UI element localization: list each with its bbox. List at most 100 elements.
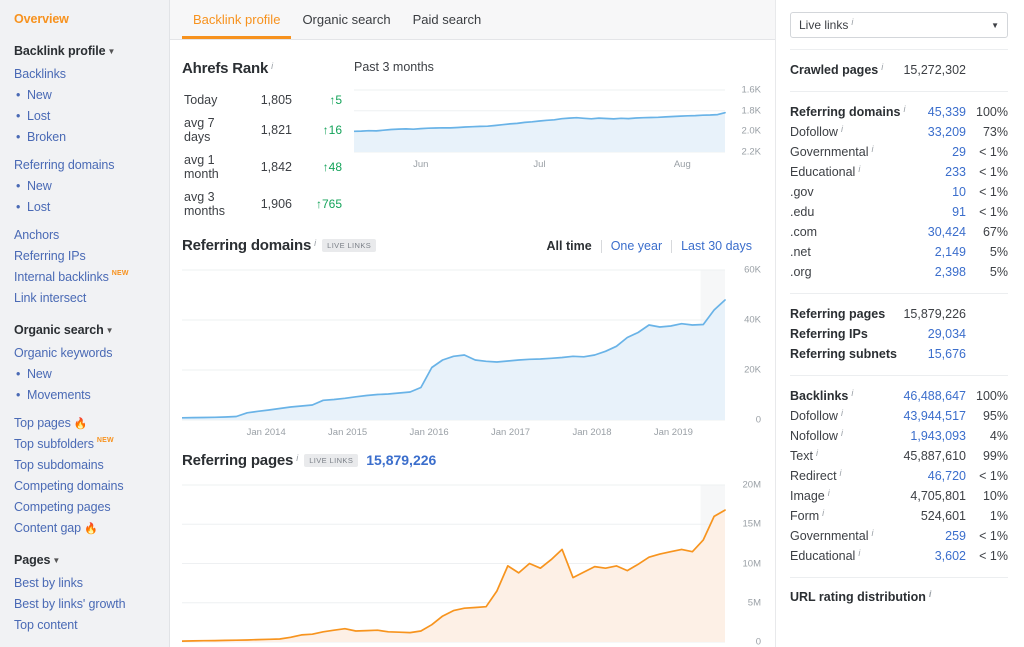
metric-row: Educationali233< 1% [790,162,1008,182]
metric-value-dofollow[interactable]: 43,944,517 [843,409,966,423]
metric-value-governmental[interactable]: 259 [874,529,966,543]
info-icon[interactable]: i [858,164,860,174]
metric-row: Referring pages15,879,226 [790,304,1008,324]
tab-backlink-profile[interactable]: Backlink profile [182,13,291,39]
info-icon[interactable]: i [858,548,860,558]
sidebar-item-competing-domains[interactable]: Competing domains [14,475,169,496]
x-axis-tick: Jan 2016 [410,427,449,438]
sidebar-item-new[interactable]: •New [14,363,169,384]
metric-value-referring-subnets[interactable]: 15,676 [897,347,966,361]
sidebar-item-broken[interactable]: •Broken [14,126,169,147]
info-icon[interactable]: i [271,61,273,71]
sidebar-item-overview[interactable]: Overview [14,8,169,29]
sidebar-item-internal-backlinks[interactable]: Internal backlinksNEW [14,266,169,287]
metric-row: Dofollowi43,944,51795% [790,406,1008,426]
metric-value-referring-ips[interactable]: 29,034 [868,327,966,341]
sidebar-item-organic-keywords[interactable]: Organic keywords [14,342,169,363]
sidebar-item-lost[interactable]: •Lost [14,196,169,217]
sidebar-item-top-subdomains[interactable]: Top subdomains [14,454,169,475]
y-axis-tick: 5M [729,597,761,608]
info-icon[interactable]: i [822,508,824,518]
x-axis-tick: Jan 2019 [654,427,693,438]
metric-label-referring-ips: Referring IPs [790,327,868,341]
metric-value-com[interactable]: 30,424 [817,225,966,239]
info-icon[interactable]: i [872,528,874,538]
referring-pages-value[interactable]: 15,879,226 [366,452,436,468]
metric-pct-referring-domains: 100% [966,105,1008,119]
nav-group: Organic search▼Organic keywords•New•Move… [14,317,169,538]
info-icon[interactable]: i [816,448,818,458]
crawled-pages-label: Crawled pages [790,63,878,77]
info-icon[interactable]: i [828,488,830,498]
sidebar-item-best-by-links-growth[interactable]: Best by links' growth [14,593,169,614]
link-mode-select[interactable]: Live links i ▼ [790,12,1008,38]
metric-label-net: .net [790,245,811,259]
sidebar-item-referring-ips[interactable]: Referring IPs [14,245,169,266]
info-icon[interactable]: i [314,238,316,248]
sidebar-item-competing-pages[interactable]: Competing pages [14,496,169,517]
x-axis-tick: Jul [533,159,545,170]
metric-label-governmental: Governmental [790,145,869,159]
info-icon[interactable]: i [929,589,932,599]
metric-value-backlinks[interactable]: 46,488,647 [853,389,966,403]
info-icon[interactable]: i [841,408,843,418]
sidebar-item-best-by-links[interactable]: Best by links [14,572,169,593]
sidebar-item-movements[interactable]: •Movements [14,384,169,405]
sidebar-item-top-subfolders[interactable]: Top subfoldersNEW [14,433,169,454]
ahrefs-rank-chart[interactable]: 1.6K1.8K2.0K2.2KJunJulAug [354,78,761,170]
rank-period-label: avg 1 month [184,149,236,184]
metric-value-nofollow[interactable]: 1,943,093 [843,429,966,443]
sidebar-item-lost[interactable]: •Lost [14,105,169,126]
sidebar-item-backlinks[interactable]: Backlinks [14,63,169,84]
referring-domains-chart[interactable]: 60K40K20K0Jan 2014Jan 2015Jan 2016Jan 20… [182,260,761,438]
referring-pages-chart[interactable]: 20M15M10M5M0Jan 2014Jan 2015Jan 2016Jan … [182,475,761,647]
info-icon[interactable]: i [841,428,843,438]
metric-value-redirect[interactable]: 46,720 [842,469,966,483]
metric-value-gov[interactable]: 10 [814,185,966,199]
info-icon[interactable]: i [903,104,905,114]
sidebar-item-referring-domains[interactable]: Referring domains [14,154,169,175]
metric-label-gov: .gov [790,185,814,199]
info-icon[interactable]: i [872,144,874,154]
info-icon[interactable]: i [840,468,842,478]
sidebar-item-top-pages[interactable]: Top pages🔥 [14,412,169,433]
info-icon[interactable]: i [851,17,853,27]
range-last-30-days[interactable]: Last 30 days [672,239,761,253]
metric-value-dofollow[interactable]: 33,209 [843,125,966,139]
info-icon[interactable]: i [296,453,298,463]
sidebar-item-link-intersect[interactable]: Link intersect [14,287,169,308]
nav-header-pages[interactable]: Pages▼ [14,547,169,572]
x-axis-tick: Jun [413,159,428,170]
main-content: Backlink profileOrganic searchPaid searc… [170,0,775,647]
info-icon[interactable]: i [881,62,883,72]
sidebar-item-content-gap[interactable]: Content gap🔥 [14,517,169,538]
range-all-time[interactable]: All time [538,239,601,253]
sidebar-item-anchors[interactable]: Anchors [14,224,169,245]
range-one-year[interactable]: One year [602,239,671,253]
x-axis-tick: Jan 2014 [247,427,286,438]
metric-value-edu[interactable]: 91 [814,205,966,219]
metric-row: Referring domainsi45,339100% [790,102,1008,122]
tab-paid-search[interactable]: Paid search [402,13,493,39]
sidebar-item-new[interactable]: •New [14,175,169,196]
metric-value-net[interactable]: 2,149 [811,245,966,259]
info-icon[interactable]: i [851,388,853,398]
nav-header-organic-search[interactable]: Organic search▼ [14,317,169,342]
y-axis-tick: 0 [729,415,761,426]
nav-group: Backlink profile▼Backlinks•New•Lost•Brok… [14,38,169,308]
sidebar-item-new[interactable]: •New [14,84,169,105]
chevron-down-icon: ▼ [108,47,116,56]
metric-value-org[interactable]: 2,398 [812,265,966,279]
metric-label-form: Form [790,509,819,523]
metric-pct-net: 5% [966,245,1008,259]
metric-value-educational[interactable]: 233 [860,165,966,179]
metric-value-educational[interactable]: 3,602 [860,549,966,563]
metric-label-dofollow: Dofollow [790,125,838,139]
metric-row: Educationali3,602< 1% [790,546,1008,566]
nav-header-backlink-profile[interactable]: Backlink profile▼ [14,38,169,63]
sidebar-item-top-content[interactable]: Top content [14,614,169,635]
info-icon[interactable]: i [841,124,843,134]
metric-value-referring-domains[interactable]: 45,339 [905,105,966,119]
tab-organic-search[interactable]: Organic search [291,13,401,39]
metric-value-governmental[interactable]: 29 [874,145,966,159]
